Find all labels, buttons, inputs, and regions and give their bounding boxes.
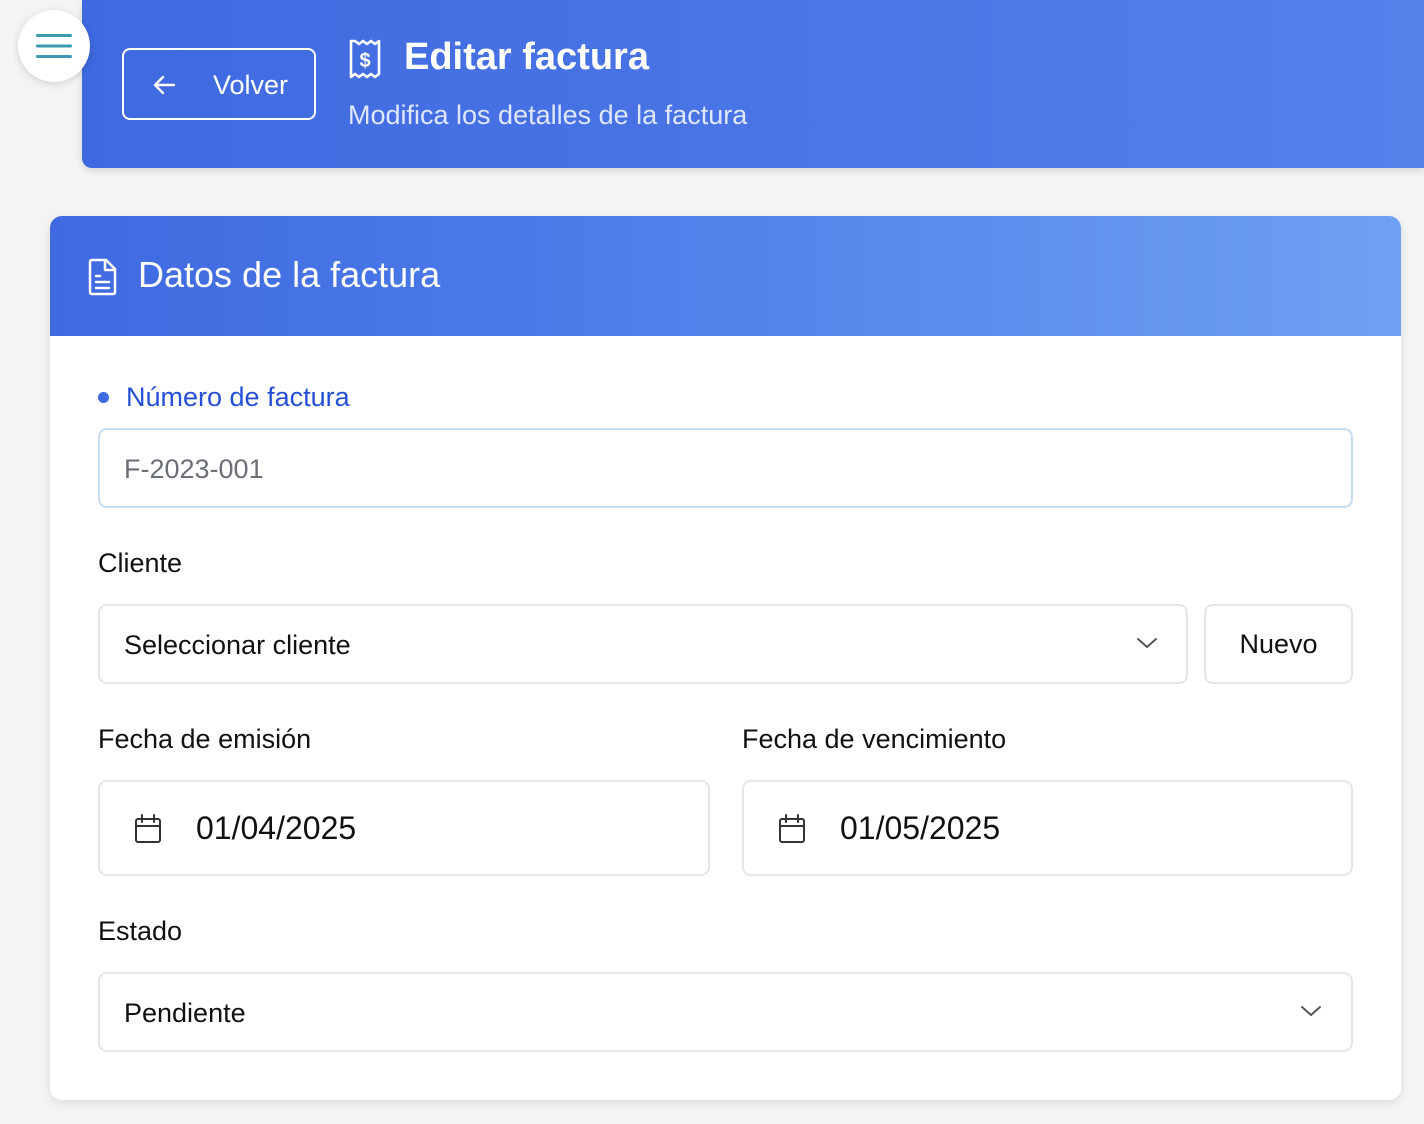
arrow-left-icon <box>153 75 176 95</box>
status-select-value: Pendiente <box>124 998 246 1028</box>
page-subtitle: Modifica los detalles de la factura <box>348 100 748 130</box>
receipt-dollar-icon: $ <box>349 39 381 79</box>
issue-date-input[interactable]: 01/04/2025 <box>98 780 710 876</box>
invoice-form-card: Datos de la factura Número de factura F-… <box>50 216 1401 1100</box>
due-date-input[interactable]: 01/05/2025 <box>742 780 1353 876</box>
due-date-value: 01/05/2025 <box>840 810 1001 846</box>
back-button[interactable]: Volver <box>122 48 316 120</box>
client-select-value: Seleccionar cliente <box>124 630 351 660</box>
client-label: Cliente <box>98 548 183 578</box>
focus-dot <box>98 392 109 403</box>
hamburger-menu-icon <box>36 34 72 58</box>
new-client-button[interactable]: Nuevo <box>1204 604 1353 684</box>
client-select[interactable]: Seleccionar cliente <box>98 604 1188 684</box>
due-date-label: Fecha de vencimiento <box>742 724 1007 754</box>
back-button-label: Volver <box>213 70 289 100</box>
status-label: Estado <box>98 916 183 946</box>
invoice-number-value: F-2023-001 <box>124 454 264 484</box>
invoice-number-label: Número de factura <box>126 382 350 412</box>
page-header: Volver $ Editar factura Modifica los det… <box>82 0 1424 168</box>
chevron-down-icon <box>1137 638 1157 648</box>
status-select[interactable]: Pendiente <box>98 972 1353 1052</box>
issue-date-value: 01/04/2025 <box>196 810 357 846</box>
card-header: Datos de la factura <box>50 216 1401 336</box>
svg-text:$: $ <box>359 50 370 72</box>
calendar-icon <box>779 814 805 843</box>
page-title: Editar factura <box>404 36 649 78</box>
card-title: Datos de la factura <box>138 254 441 295</box>
calendar-icon <box>135 814 161 843</box>
issue-date-label: Fecha de emisión <box>98 724 312 754</box>
document-icon <box>88 258 117 296</box>
invoice-number-input[interactable]: F-2023-001 <box>98 428 1353 508</box>
menu-button[interactable] <box>18 10 90 82</box>
page: Volver $ Editar factura Modifica los det… <box>0 0 1424 1124</box>
chevron-down-icon <box>1301 1006 1321 1016</box>
